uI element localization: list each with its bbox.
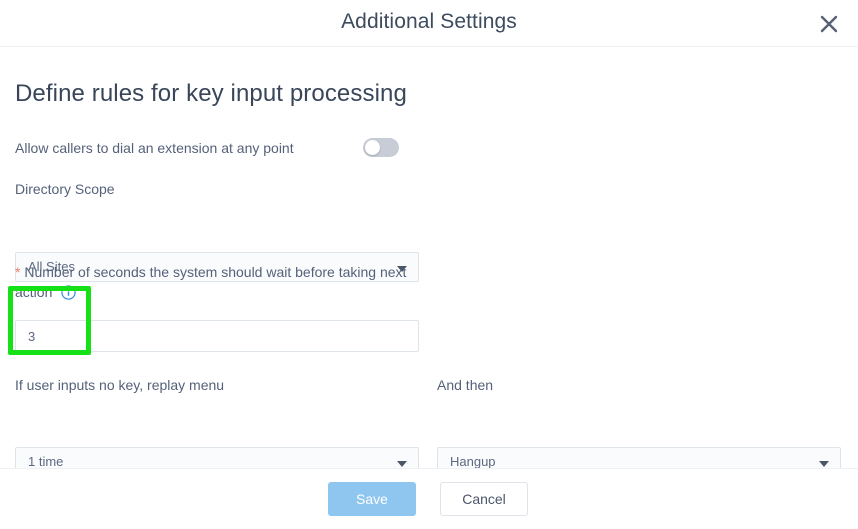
required-marker: * (15, 264, 21, 280)
modal-header: Additional Settings (0, 0, 858, 47)
toggle-knob (365, 140, 380, 155)
allow-dial-extension-row: Allow callers to dial an extension at an… (15, 138, 419, 160)
save-button[interactable]: Save (328, 482, 416, 516)
chevron-down-icon (397, 461, 407, 467)
and-then-value: Hangup (450, 454, 496, 469)
info-icon[interactable] (61, 285, 76, 305)
wait-seconds-label-line1: Number of seconds the system should wait… (24, 264, 407, 280)
chevron-down-icon (819, 461, 829, 467)
replay-menu-label: If user inputs no key, replay menu (15, 377, 225, 393)
wait-seconds-label-line2: action (15, 284, 53, 300)
allow-dial-extension-label: Allow callers to dial an extension at an… (15, 140, 294, 156)
modal-body: Define rules for key input processing Al… (0, 47, 858, 477)
wait-seconds-label: * Number of seconds the system should wa… (15, 262, 425, 305)
modal-title: Additional Settings (341, 10, 517, 33)
cancel-button[interactable]: Cancel (440, 482, 528, 516)
and-then-label: And then (437, 377, 494, 393)
allow-dial-extension-toggle[interactable] (363, 138, 399, 157)
modal-footer: Save Cancel (0, 468, 858, 529)
replay-menu-value: 1 time (28, 454, 64, 469)
page-title: Define rules for key input processing (15, 80, 407, 107)
directory-scope-label: Directory Scope (15, 181, 115, 197)
wait-seconds-input[interactable] (15, 320, 419, 352)
close-icon[interactable] (812, 7, 846, 41)
